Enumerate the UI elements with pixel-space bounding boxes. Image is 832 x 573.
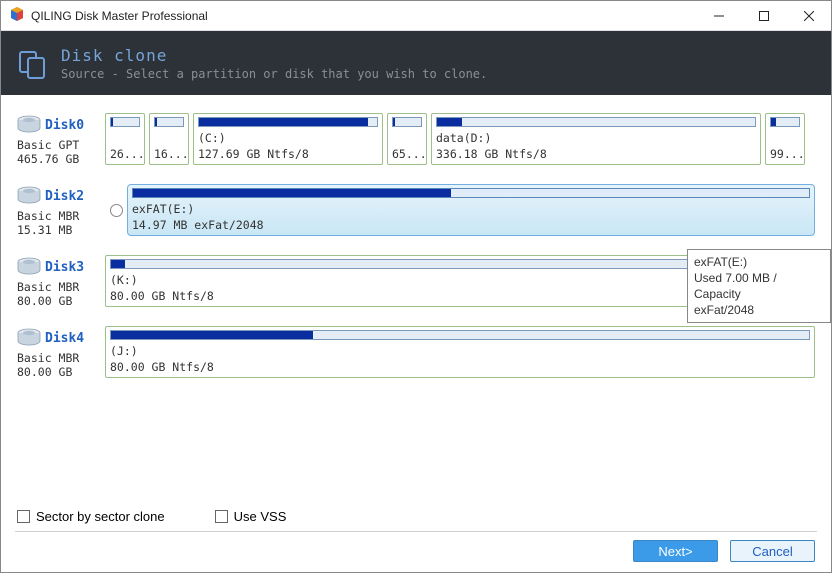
tooltip-line: exFAT(E:) (694, 254, 824, 270)
disk-list: Disk0 Basic GPT 465.76 GB 26... 16... (C… (1, 95, 831, 379)
tooltip-line: exFat/2048 (694, 302, 824, 318)
close-button[interactable] (786, 1, 831, 31)
disk-row[interactable]: Disk0 Basic GPT 465.76 GB 26... 16... (C… (17, 113, 815, 166)
usage-bar (198, 117, 378, 127)
disk-radio[interactable] (105, 184, 127, 237)
app-logo-icon (9, 6, 25, 25)
usage-bar (132, 188, 810, 198)
use-vss-checkbox[interactable]: Use VSS (215, 509, 287, 524)
page-title: Disk clone (61, 46, 487, 65)
disk-info: Disk4 Basic MBR 80.00 GB (17, 326, 105, 379)
disk-info: Disk2 Basic MBR 15.31 MB (17, 184, 105, 237)
disk-size: 80.00 GB (17, 294, 105, 308)
disk-info: Disk0 Basic GPT 465.76 GB (17, 113, 105, 166)
partition-tooltip: exFAT(E:) Used 7.00 MB / Capacity exFat/… (687, 249, 831, 323)
disk-name: Disk0 (45, 118, 84, 133)
disk-type: Basic MBR (17, 351, 105, 365)
partition[interactable]: data(D:) 336.18 GB Ntfs/8 (431, 113, 761, 165)
disk-type: Basic MBR (17, 280, 105, 294)
partition-size: 99... (770, 147, 800, 161)
disk-name: Disk4 (45, 331, 84, 346)
clone-icon (17, 47, 49, 79)
disk-size: 15.31 MB (17, 223, 105, 237)
checkbox-box (215, 510, 228, 523)
cancel-button[interactable]: Cancel (730, 540, 815, 562)
partition[interactable]: exFAT(E:) 14.97 MB exFat/2048 (127, 184, 815, 236)
checkbox-label: Use VSS (234, 509, 287, 524)
partition[interactable]: 99... (765, 113, 805, 165)
disk-type: Basic GPT (17, 138, 105, 152)
partition-size: 336.18 GB Ntfs/8 (436, 147, 756, 161)
disk-type: Basic MBR (17, 209, 105, 223)
disk-size: 80.00 GB (17, 365, 105, 379)
partition[interactable]: (C:) 127.69 GB Ntfs/8 (193, 113, 383, 165)
disk-icon (17, 186, 41, 207)
usage-bar (436, 117, 756, 127)
disk-info: Disk3 Basic MBR 80.00 GB (17, 255, 105, 308)
partition-size: 14.97 MB exFat/2048 (132, 218, 810, 232)
usage-bar (110, 330, 810, 340)
disk-row[interactable]: Disk4 Basic MBR 80.00 GB (J:) 80.00 GB N… (17, 326, 815, 379)
divider (15, 531, 817, 532)
disk-row[interactable]: Disk2 Basic MBR 15.31 MB exFAT(E:) 14.97… (17, 184, 815, 237)
disk-name: Disk3 (45, 260, 84, 275)
titlebar: QILING Disk Master Professional (1, 1, 831, 31)
partition-size: 16... (154, 147, 184, 161)
partition-label: exFAT(E:) (132, 202, 810, 216)
maximize-button[interactable] (741, 1, 786, 31)
partition-size: 80.00 GB Ntfs/8 (110, 360, 810, 374)
disk-icon (17, 257, 41, 278)
usage-bar (392, 117, 422, 127)
app-title: QILING Disk Master Professional (31, 9, 208, 23)
usage-bar (154, 117, 184, 127)
next-button[interactable]: Next> (633, 540, 718, 562)
partition[interactable]: 26... (105, 113, 145, 165)
disk-name: Disk2 (45, 189, 84, 204)
disk-size: 465.76 GB (17, 152, 105, 166)
disk-icon (17, 328, 41, 349)
sector-by-sector-checkbox[interactable]: Sector by sector clone (17, 509, 165, 524)
partition[interactable]: 65... (387, 113, 427, 165)
partition-size: 65... (392, 147, 422, 161)
footer-buttons: Next> Cancel (633, 540, 815, 562)
partition-size: 127.69 GB Ntfs/8 (198, 147, 378, 161)
usage-bar (770, 117, 800, 127)
disk-icon (17, 115, 41, 136)
usage-bar (110, 117, 140, 127)
partition[interactable]: (J:) 80.00 GB Ntfs/8 (105, 326, 815, 378)
partition-label: data(D:) (436, 131, 756, 145)
tooltip-line: Used 7.00 MB / Capacity (694, 270, 824, 302)
partitions: exFAT(E:) 14.97 MB exFat/2048 (127, 184, 815, 237)
checkbox-box (17, 510, 30, 523)
minimize-button[interactable] (696, 1, 741, 31)
partition-label: (C:) (198, 131, 378, 145)
page-subtitle: Source - Select a partition or disk that… (61, 67, 487, 81)
partition[interactable]: 16... (149, 113, 189, 165)
partition-size: 26... (110, 147, 140, 161)
partitions: (J:) 80.00 GB Ntfs/8 (105, 326, 815, 379)
partition-label: (J:) (110, 344, 810, 358)
partitions: 26... 16... (C:) 127.69 GB Ntfs/8 65... … (105, 113, 815, 166)
page-header: Disk clone Source - Select a partition o… (1, 31, 831, 95)
footer-options: Sector by sector clone Use VSS (17, 509, 286, 524)
checkbox-label: Sector by sector clone (36, 509, 165, 524)
